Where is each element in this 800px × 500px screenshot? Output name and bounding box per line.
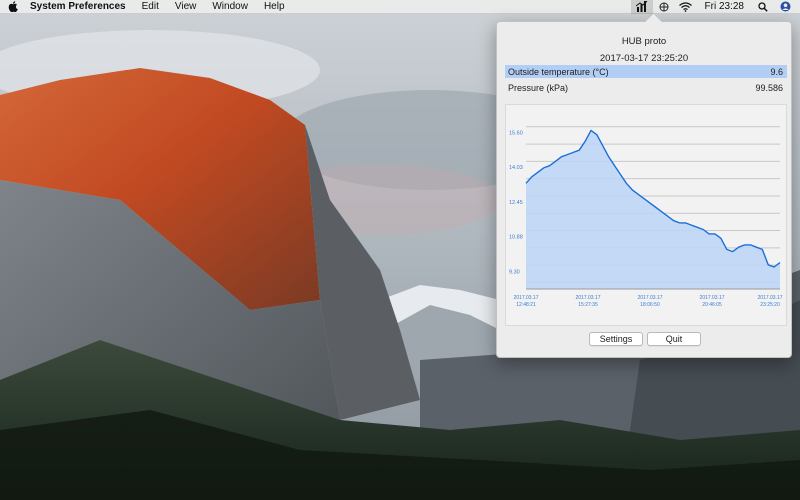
spotlight-status-item[interactable] bbox=[752, 0, 774, 14]
quit-button[interactable]: Quit bbox=[647, 332, 701, 346]
x-tick-label: 20:46:05 bbox=[702, 302, 722, 308]
settings-button[interactable]: Settings bbox=[589, 332, 643, 346]
menu-edit[interactable]: Edit bbox=[134, 0, 167, 13]
menu-view[interactable]: View bbox=[167, 0, 205, 13]
reading-label: Pressure (kPa) bbox=[508, 82, 569, 93]
grid-status-item[interactable] bbox=[653, 0, 675, 14]
x-tick-label: 18:06:50 bbox=[640, 302, 660, 308]
y-tick-label: 10.88 bbox=[509, 235, 523, 241]
user-status-item[interactable] bbox=[774, 0, 796, 14]
apple-menu[interactable] bbox=[0, 0, 26, 13]
temperature-chart: 15.60 14.03 12.45 10.88 9.30 2017.03.17 12:48:… bbox=[505, 104, 787, 326]
hub-popover: HUB proto 2017-03-17 23:25:20 Outside te… bbox=[496, 21, 792, 358]
x-tick-label: 2017.03.17 bbox=[575, 295, 600, 301]
grid-icon bbox=[659, 2, 669, 11]
x-tick-label: 2017.03.17 bbox=[757, 295, 782, 301]
y-tick-label: 9.30 bbox=[509, 269, 520, 275]
menubar-clock[interactable]: Fri 23:28 bbox=[697, 1, 752, 12]
x-tick-label: 2017.03.17 bbox=[699, 295, 724, 301]
hub-chart-icon bbox=[635, 1, 647, 12]
x-tick-label: 2017.03.17 bbox=[637, 295, 662, 301]
y-tick-label: 14.03 bbox=[509, 165, 523, 171]
reading-label: Outside temperature (°C) bbox=[508, 66, 609, 77]
app-menu-system-preferences[interactable]: System Preferences bbox=[26, 0, 134, 13]
search-icon bbox=[758, 1, 768, 12]
menu-bar: System Preferences Edit View Window Help bbox=[0, 0, 800, 14]
wifi-icon bbox=[679, 1, 692, 12]
y-tick-label: 15.60 bbox=[509, 131, 523, 137]
temperature-area bbox=[526, 130, 780, 289]
menu-help[interactable]: Help bbox=[256, 0, 293, 13]
x-tick-label: 15:27:35 bbox=[578, 302, 598, 308]
y-tick-label: 12.45 bbox=[509, 200, 523, 206]
reading-value: 99.586 bbox=[755, 82, 783, 93]
x-tick-label: 2017.03.17 bbox=[513, 295, 538, 301]
x-tick-label: 23:25:20 bbox=[760, 302, 780, 308]
hub-status-item[interactable] bbox=[630, 0, 653, 14]
reading-row-pressure[interactable]: Pressure (kPa) 99.586 bbox=[505, 81, 787, 94]
temperature-chart-svg: 15.6014.0312.4510.889.302017.03.1712:48:… bbox=[509, 126, 783, 308]
wifi-status-item[interactable] bbox=[675, 0, 697, 14]
popover-timestamp: 2017-03-17 23:25:20 bbox=[599, 53, 689, 64]
reading-row-temperature[interactable]: Outside temperature (°C) 9.6 bbox=[505, 65, 787, 78]
x-tick-label: 12:48:21 bbox=[516, 302, 536, 308]
menu-window[interactable]: Window bbox=[204, 0, 256, 13]
reading-value: 9.6 bbox=[770, 66, 783, 77]
apple-icon bbox=[8, 1, 18, 12]
popover-title: HUB proto bbox=[621, 36, 667, 47]
user-avatar-icon bbox=[780, 1, 790, 12]
